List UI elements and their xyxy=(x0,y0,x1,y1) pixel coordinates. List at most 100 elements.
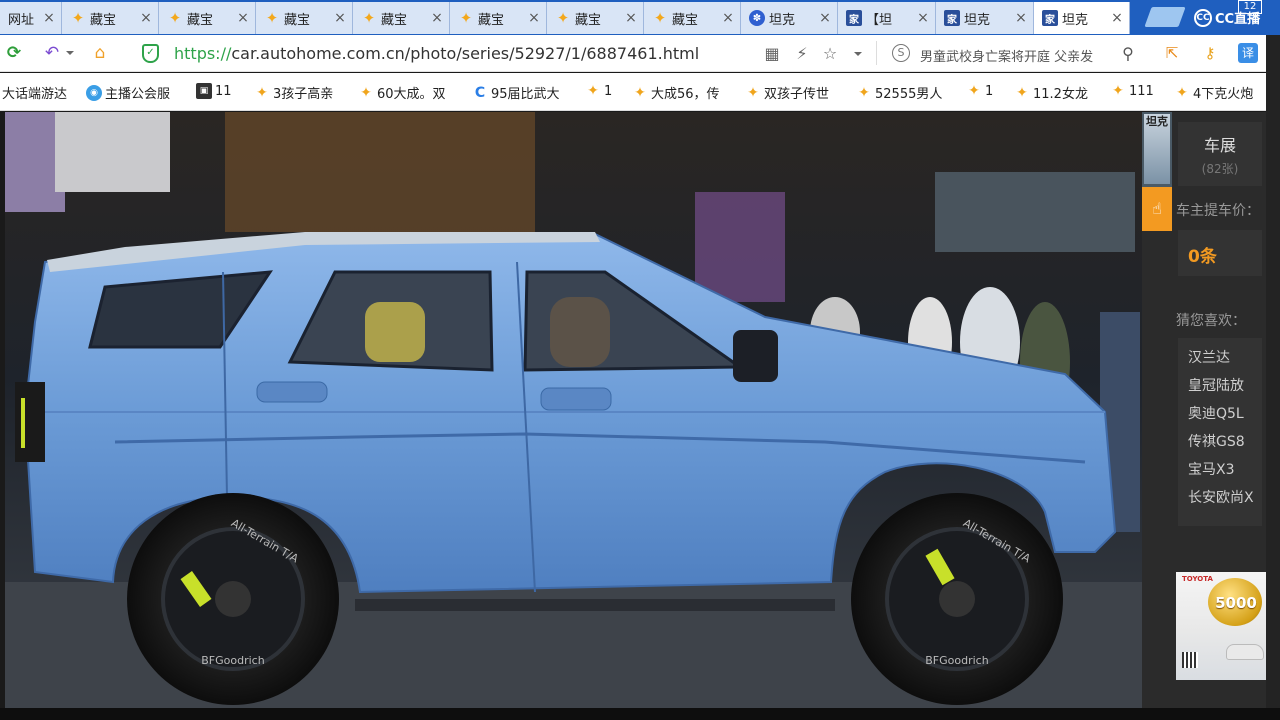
front-door-handle xyxy=(540,387,612,411)
owner-price-label: 车主提车价： xyxy=(1176,203,1260,219)
bookmark-item[interactable]: ◉ 主播公会服 xyxy=(86,83,170,102)
autohome-favicon-icon: 家 xyxy=(944,10,960,26)
star-favicon-icon: ✦ xyxy=(265,9,279,27)
browser-tab[interactable]: 家坦克 × xyxy=(936,2,1034,34)
tab-label: 坦克 xyxy=(1062,12,1089,28)
bookmarks-bar: 大话端游达 ◉ 主播公会服 ▣ 11 ✦ 3孩子高亲 ✦ 60大成。双 C 95届比武大 ✦ 1 ✦ 大成5… xyxy=(0,73,1266,111)
close-icon[interactable]: × xyxy=(625,10,637,26)
browser-tab[interactable]: ✦ 藏宝 × xyxy=(644,2,741,34)
owner-price-tile[interactable]: 0条 xyxy=(1178,230,1262,276)
close-icon[interactable]: × xyxy=(43,10,55,26)
close-icon[interactable]: × xyxy=(819,10,831,26)
browser-tab[interactable]: ✦ 藏宝 × xyxy=(256,2,353,34)
auto-show-tile[interactable]: 车展 (82张) xyxy=(1178,122,1262,186)
bookmark-star-icon: ✦ xyxy=(1176,84,1188,101)
tab-label: 藏宝 xyxy=(90,12,117,28)
bookmark-item[interactable]: ▣ 11 xyxy=(196,83,232,99)
close-icon[interactable]: × xyxy=(237,10,249,26)
bookmark-star-icon: ✦ xyxy=(256,84,268,101)
purple-display xyxy=(695,192,785,302)
search-icon[interactable]: ⚲ xyxy=(1118,44,1138,63)
browser-tab[interactable]: ✽ 坦克 × xyxy=(741,2,838,34)
photo-side-panel: 坦克 ☝ 车展 (82张) 车主提车价： 0条 猜您喜欢： 汉兰达 皇冠陆放 奥迪Q… xyxy=(1142,112,1266,708)
recommend-item[interactable]: 传祺GS8 xyxy=(1178,428,1262,456)
close-icon[interactable]: × xyxy=(722,10,734,26)
new-tab-button[interactable] xyxy=(1144,7,1186,27)
bookmark-item[interactable]: C 95届比武大 xyxy=(472,83,560,103)
close-icon[interactable]: × xyxy=(334,10,346,26)
bolt-icon[interactable]: ⚡ xyxy=(792,44,812,63)
recommend-item[interactable]: 宝马X3 xyxy=(1178,456,1262,484)
bookmark-star-icon: ✦ xyxy=(1112,83,1124,99)
browser-tab[interactable]: ✦ 藏宝 × xyxy=(450,2,547,34)
recommend-item[interactable]: 长安欧尚X xyxy=(1178,484,1262,512)
url-input[interactable]: https://car.autohome.com.cn/photo/series… xyxy=(174,44,699,63)
bookmark-item[interactable]: ✦ 1 xyxy=(585,83,612,99)
rear-tire-brand: BFGoodrich xyxy=(201,654,264,667)
recommend-item[interactable]: 奥迪Q5L xyxy=(1178,400,1262,428)
bookmark-item[interactable]: ✦ 111 xyxy=(1110,83,1154,99)
key-icon[interactable]: ⚷ xyxy=(1200,43,1220,63)
bookmark-circle-icon: ◉ xyxy=(86,84,102,101)
bookmark-swirl-icon: C xyxy=(474,84,486,101)
close-icon[interactable]: × xyxy=(528,10,540,26)
recommend-item[interactable]: 皇冠陆放 xyxy=(1178,372,1262,400)
bookmark-label: 大成56，传 xyxy=(651,87,720,102)
bookmark-item[interactable]: ✦ 4下克火炮 xyxy=(1174,83,1253,103)
undo-dropdown-icon[interactable] xyxy=(66,51,74,55)
bookmark-item[interactable]: ✦ 1 xyxy=(966,83,993,99)
bookmark-item[interactable]: ✦ 60大成。双 xyxy=(358,83,445,103)
car-photo[interactable]: BFGoodrich All-Terrain T/A BFGoodrich Al… xyxy=(5,112,1142,708)
window-bottom-edge xyxy=(0,708,1280,720)
star-favicon-icon: ✦ xyxy=(362,9,376,27)
hand-icon[interactable]: ☝ xyxy=(1142,187,1172,231)
star-icon[interactable]: ☆ xyxy=(820,44,840,63)
favorites-dropdown-icon[interactable] xyxy=(854,52,862,56)
tab-label: 藏宝 xyxy=(478,12,505,28)
browser-tab[interactable]: 网址 × xyxy=(0,2,62,34)
shield-icon[interactable]: ✓ xyxy=(142,44,159,63)
bookmark-label: 3孩子高亲 xyxy=(273,87,334,102)
thumbnail-strip[interactable]: 坦克 xyxy=(1142,112,1172,187)
bookmark-item[interactable]: ✦ 双孩子传世 xyxy=(745,83,829,103)
bookmark-item[interactable]: ✦ 11.2女龙 xyxy=(1014,83,1088,103)
browser-tab[interactable]: ✦ 藏宝 × xyxy=(62,2,159,34)
paw-favicon-icon: ✽ xyxy=(749,10,765,26)
left-display-panel xyxy=(55,112,170,192)
browser-tab[interactable]: 家【坦 × xyxy=(838,2,936,34)
star-favicon-icon: ✦ xyxy=(168,9,182,27)
home-icon[interactable]: ⌂ xyxy=(90,43,110,63)
share-icon[interactable]: ⇱ xyxy=(1162,43,1182,63)
tab-label: 藏宝 xyxy=(187,12,214,28)
bookmark-item[interactable]: ✦ 52555男人 xyxy=(856,83,943,103)
auto-show-count: (82张) xyxy=(1201,162,1239,176)
cc-ring-icon: CC xyxy=(1194,8,1212,27)
translate-icon[interactable]: 译 xyxy=(1238,43,1258,63)
close-icon[interactable]: × xyxy=(431,10,443,26)
bookmark-label: 大话端游达 xyxy=(2,87,68,102)
close-icon[interactable]: × xyxy=(917,10,929,26)
browser-tab[interactable]: 家坦克 × xyxy=(1034,2,1130,34)
toolbar-divider xyxy=(876,41,877,65)
browser-tab[interactable]: ✦ 藏宝 × xyxy=(353,2,450,34)
close-icon[interactable]: × xyxy=(1111,10,1123,26)
recommend-item[interactable]: 汉兰达 xyxy=(1178,344,1262,372)
search-engine-icon[interactable]: S xyxy=(892,44,910,62)
passenger-figure xyxy=(365,302,425,362)
bookmark-label: 52555男人 xyxy=(875,87,943,102)
grid-icon[interactable]: ▦ xyxy=(762,44,782,63)
front-hub xyxy=(939,581,975,617)
bookmark-star-icon: ✦ xyxy=(634,84,646,101)
address-toolbar: ⟳ ↶ ⌂ ✓ https://car.autohome.com.cn/phot… xyxy=(0,35,1266,72)
close-icon[interactable]: × xyxy=(1015,10,1027,26)
bookmark-item[interactable]: 大话端游达 xyxy=(2,83,67,102)
refresh-icon[interactable]: ⟳ xyxy=(4,43,24,63)
browser-tab[interactable]: ✦ 藏宝 × xyxy=(547,2,644,34)
news-ticker[interactable]: 男童武校身亡案将开庭 父亲发 xyxy=(920,46,1110,65)
undo-icon[interactable]: ↶ xyxy=(42,43,62,63)
browser-tab[interactable]: ✦ 藏宝 × xyxy=(159,2,256,34)
ad-banner[interactable]: TOYOTA 5000 xyxy=(1176,572,1266,680)
close-icon[interactable]: × xyxy=(140,10,152,26)
bookmark-item[interactable]: ✦ 大成56，传 xyxy=(632,83,720,103)
bookmark-item[interactable]: ✦ 3孩子高亲 xyxy=(254,83,334,103)
